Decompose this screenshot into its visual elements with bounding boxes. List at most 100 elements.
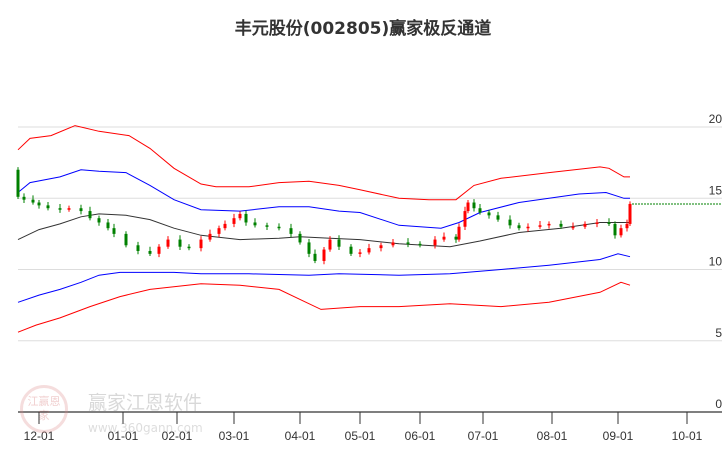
candle-body	[136, 245, 140, 251]
candle-body	[217, 228, 221, 234]
candle-body	[583, 223, 587, 227]
candle	[265, 222, 269, 231]
candle-body	[349, 246, 353, 254]
candle-body	[625, 223, 629, 229]
candle	[337, 235, 341, 250]
candle	[526, 223, 530, 232]
candle-body	[88, 211, 92, 219]
candle-body	[595, 222, 599, 224]
candle	[157, 244, 161, 258]
band-line-inner-upper	[17, 169, 630, 229]
candle	[472, 199, 476, 212]
candle	[67, 205, 71, 212]
candle	[232, 213, 236, 228]
x-tick-label: 06-01	[405, 429, 436, 443]
candle	[187, 244, 191, 251]
candle	[208, 229, 212, 242]
candle-body	[238, 213, 242, 219]
candle-body	[16, 169, 20, 197]
candle-body	[58, 208, 62, 210]
candle	[322, 246, 326, 265]
candle-body	[442, 236, 446, 240]
candle-body	[538, 225, 542, 227]
candle-body	[253, 222, 257, 226]
candle-body	[571, 226, 575, 229]
candle-body	[379, 245, 383, 249]
candle-body	[517, 225, 521, 229]
candle	[508, 215, 512, 229]
candle-body	[157, 246, 161, 254]
candle	[289, 223, 293, 238]
candle-body	[232, 218, 236, 224]
y-tick-label: 5	[715, 326, 722, 340]
candle-body	[457, 226, 461, 240]
candle-body	[508, 219, 512, 226]
candle-body	[613, 223, 617, 236]
candle	[418, 241, 422, 248]
candle-body	[307, 242, 311, 254]
candle	[457, 223, 461, 242]
candle	[496, 211, 500, 222]
y-tick-label: 20	[709, 112, 723, 126]
candle-body	[313, 253, 317, 261]
candle	[166, 236, 170, 249]
candle-body	[112, 228, 116, 234]
candle	[46, 201, 50, 211]
band-line-outer-lower	[17, 281, 631, 333]
candle	[307, 239, 311, 258]
candle	[313, 249, 317, 264]
candle	[538, 221, 542, 229]
x-tick-label: 03-01	[219, 429, 250, 443]
candle-body	[37, 202, 41, 206]
candle-body	[433, 239, 437, 246]
candle-body	[487, 212, 491, 216]
candle	[619, 224, 623, 238]
candle	[16, 167, 20, 199]
y-tick-label: 15	[709, 183, 723, 197]
x-tick-label: 04-01	[285, 429, 316, 443]
candle-body	[328, 239, 332, 250]
candle-body	[607, 222, 611, 224]
candle	[595, 219, 599, 228]
candle-body	[547, 223, 551, 226]
candle-body	[391, 242, 395, 246]
candle	[253, 218, 257, 228]
candle-body	[199, 239, 203, 249]
candle-body	[187, 246, 191, 249]
candle	[379, 242, 383, 252]
candle-body	[559, 223, 563, 227]
candle	[487, 209, 491, 219]
y-tick-label: 0	[715, 397, 722, 411]
candle-body	[148, 250, 152, 254]
candle	[298, 231, 302, 245]
candle	[244, 210, 248, 226]
candle-body	[619, 228, 623, 236]
candle	[37, 199, 41, 209]
candle-body	[31, 199, 35, 203]
candle-body	[418, 243, 422, 246]
candle-body	[277, 226, 281, 229]
candle	[358, 248, 362, 258]
candle	[442, 232, 446, 242]
band-line-middle	[17, 213, 630, 248]
candle	[517, 222, 521, 231]
candle	[31, 195, 35, 205]
x-tick-label: 12-01	[24, 429, 55, 443]
candle	[466, 199, 470, 214]
x-tick-label: 01-01	[108, 429, 139, 443]
candle-body	[223, 223, 227, 229]
candle-body	[322, 249, 326, 261]
candle	[625, 219, 629, 232]
candle	[433, 236, 437, 249]
candle-body	[208, 233, 212, 240]
candle-body	[628, 203, 632, 224]
x-tick-label: 05-01	[345, 429, 376, 443]
x-tick-label: 08-01	[537, 429, 568, 443]
candle-body	[466, 202, 470, 212]
candle	[58, 203, 62, 213]
chart-plot: 20 15 10 5 0 12-01 01-01 02-01 03-01 04-01 05-01 06…	[16, 112, 723, 443]
candle-body	[454, 236, 458, 240]
candle-body	[265, 225, 269, 227]
y-tick-label: 10	[709, 255, 723, 269]
candle-body	[463, 211, 467, 227]
